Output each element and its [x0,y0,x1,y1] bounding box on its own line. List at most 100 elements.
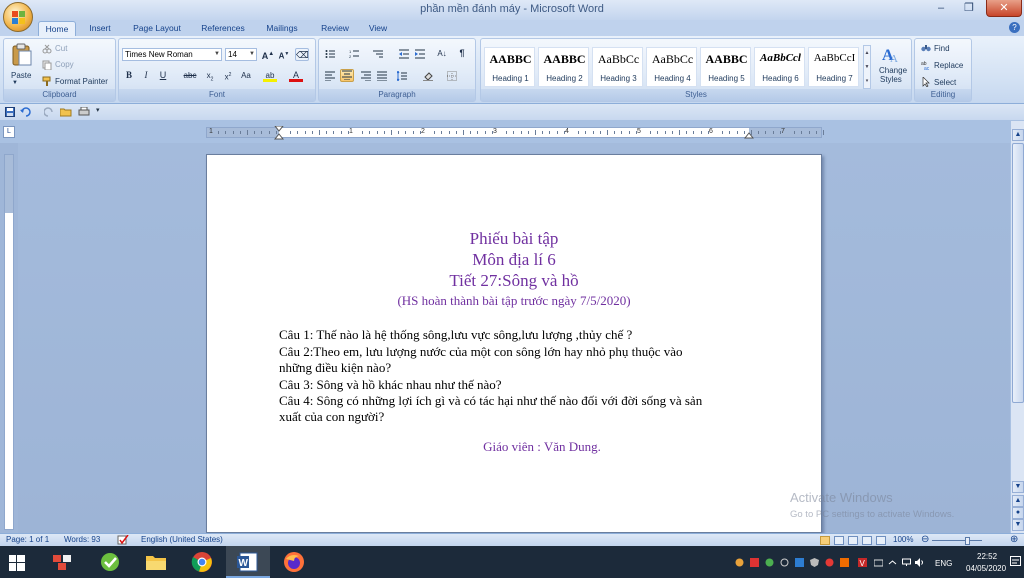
style-heading-1[interactable]: AABBC Heading 1 [484,47,535,87]
document-page[interactable]: Phiếu bài tập Môn địa lí 6 Tiết 27:Sông … [206,154,822,533]
tray-chevron-icon[interactable] [888,558,897,567]
strikethrough-button[interactable]: abc [183,69,197,82]
bullets-icon[interactable] [325,49,335,59]
format-painter-button[interactable]: Format Painter [55,77,108,86]
align-left-icon[interactable] [325,71,335,81]
line-spacing-icon[interactable] [397,71,407,81]
paste-dropdown-arrow[interactable]: ▼ [12,80,18,86]
tab-page-layout[interactable]: Page Layout [126,21,188,36]
change-styles-icon[interactable]: A A [881,45,901,63]
zoom-in-icon[interactable]: ⊕ [1010,534,1018,545]
redo-icon[interactable] [44,107,54,117]
taskbar-app-network[interactable] [40,546,84,578]
multilevel-list-icon[interactable] [373,49,383,59]
word-count[interactable]: Words: 93 [64,535,100,544]
font-color-icon[interactable]: A [289,69,303,82]
tray-keyboard-icon[interactable] [874,558,883,567]
style-heading-3[interactable]: AaBbCc Heading 3 [592,47,643,87]
page-count[interactable]: Page: 1 of 1 [6,535,49,544]
align-center-button[interactable] [340,69,354,82]
style-heading-5[interactable]: AABBC Heading 5 [700,47,751,87]
tray-shield-icon[interactable] [810,558,819,567]
show-formatting-icon[interactable]: ¶ [455,47,469,60]
browse-object-icon[interactable]: ● [1012,507,1024,519]
scrollbar-thumb[interactable] [1012,143,1024,403]
tray-red-icon[interactable] [825,558,834,567]
close-button[interactable]: ✕ [986,0,1022,17]
right-indent-marker-icon[interactable] [744,131,754,139]
print-layout-view-icon[interactable] [820,536,830,545]
tray-app-icon[interactable] [735,558,744,567]
clock-date[interactable]: 04/05/2020 [966,564,1006,573]
tray-update-icon[interactable] [765,558,774,567]
paste-icon[interactable] [11,43,33,67]
horizontal-ruler[interactable]: 1 1 2 3 4 5 6 7 [206,126,824,140]
scroll-up-icon[interactable]: ▲ [1012,129,1024,141]
shading-icon[interactable] [423,71,433,81]
tab-review[interactable]: Review [314,21,356,36]
open-folder-icon[interactable] [60,107,72,117]
style-heading-4[interactable]: AaBbCc Heading 4 [646,47,697,87]
clock-time[interactable]: 22:52 [977,552,997,561]
italic-button[interactable]: I [139,69,153,82]
vertical-ruler[interactable] [4,154,14,530]
tray-unikey-icon[interactable] [750,558,759,567]
change-styles-label-1[interactable]: Change [879,66,907,75]
draft-view-icon[interactable] [876,536,886,545]
numbering-icon[interactable]: 12 [349,49,359,59]
select-button[interactable]: Select [934,78,956,87]
change-case-button[interactable]: Aa [239,69,253,82]
zoom-level[interactable]: 100% [893,535,913,544]
previous-page-icon[interactable]: ▲ [1012,495,1024,507]
taskbar-app-chrome[interactable] [180,546,224,578]
superscript-button[interactable]: x2 [221,69,235,82]
language-indicator[interactable]: English (United States) [141,535,223,544]
bold-button[interactable]: B [122,69,136,82]
align-right-icon[interactable] [361,71,371,81]
underline-button[interactable]: U [156,69,170,82]
replace-button[interactable]: Replace [934,61,963,70]
web-layout-icon[interactable] [848,536,858,545]
taskbar-app-word[interactable]: W [226,546,270,578]
minimize-button[interactable]: – [928,0,954,17]
style-heading-6[interactable]: AaBbCcl Heading 6 [754,47,805,87]
notifications-icon[interactable] [1010,556,1021,568]
tab-mailings[interactable]: Mailings [258,21,306,36]
copy-button[interactable]: Copy [55,60,74,69]
zoom-out-icon[interactable]: ⊖ [921,534,929,545]
tray-orange-icon[interactable] [840,558,849,567]
tray-antivirus-icon[interactable] [795,558,804,567]
borders-icon[interactable] [447,71,457,81]
zoom-slider[interactable] [932,540,982,541]
taskbar-app-green[interactable] [88,546,132,578]
increase-indent-icon[interactable] [415,49,425,59]
windows-start-icon[interactable] [9,555,25,571]
decrease-indent-icon[interactable] [399,49,409,59]
proofing-icon[interactable] [117,535,129,545]
sort-icon[interactable]: A↓ [435,47,449,60]
shrink-font-button[interactable]: A▼ [277,48,291,61]
font-size-combo[interactable]: 14 ▼ [225,48,257,61]
print-preview-icon[interactable] [78,107,90,117]
tab-insert[interactable]: Insert [82,21,118,36]
tray-sync-icon[interactable] [780,558,789,567]
tab-references[interactable]: References [196,21,250,36]
volume-icon[interactable] [915,558,924,567]
next-page-icon[interactable]: ▼ [1012,519,1024,531]
save-icon[interactable] [5,107,15,117]
tab-view[interactable]: View [362,21,394,36]
change-styles-label-2[interactable]: Styles [880,75,902,84]
full-screen-reading-icon[interactable] [834,536,844,545]
customize-qat-icon[interactable]: ▾ [96,106,100,114]
help-icon[interactable]: ? [1009,22,1020,33]
taskbar-app-firefox[interactable] [272,546,316,578]
scroll-down-icon[interactable]: ▼ [1012,481,1024,493]
style-heading-7[interactable]: AaBbCcI Heading 7 [808,47,859,87]
input-language[interactable]: ENG [935,559,952,568]
vertical-scrollbar[interactable]: ▲ ▼ ▲ ● ▼ [1010,121,1024,533]
find-button[interactable]: Find [934,44,950,53]
clear-formatting-icon[interactable]: ⌫ [295,48,309,61]
taskbar-app-file-explorer[interactable] [134,546,178,578]
outline-view-icon[interactable] [862,536,872,545]
zoom-slider-thumb[interactable] [965,537,970,545]
